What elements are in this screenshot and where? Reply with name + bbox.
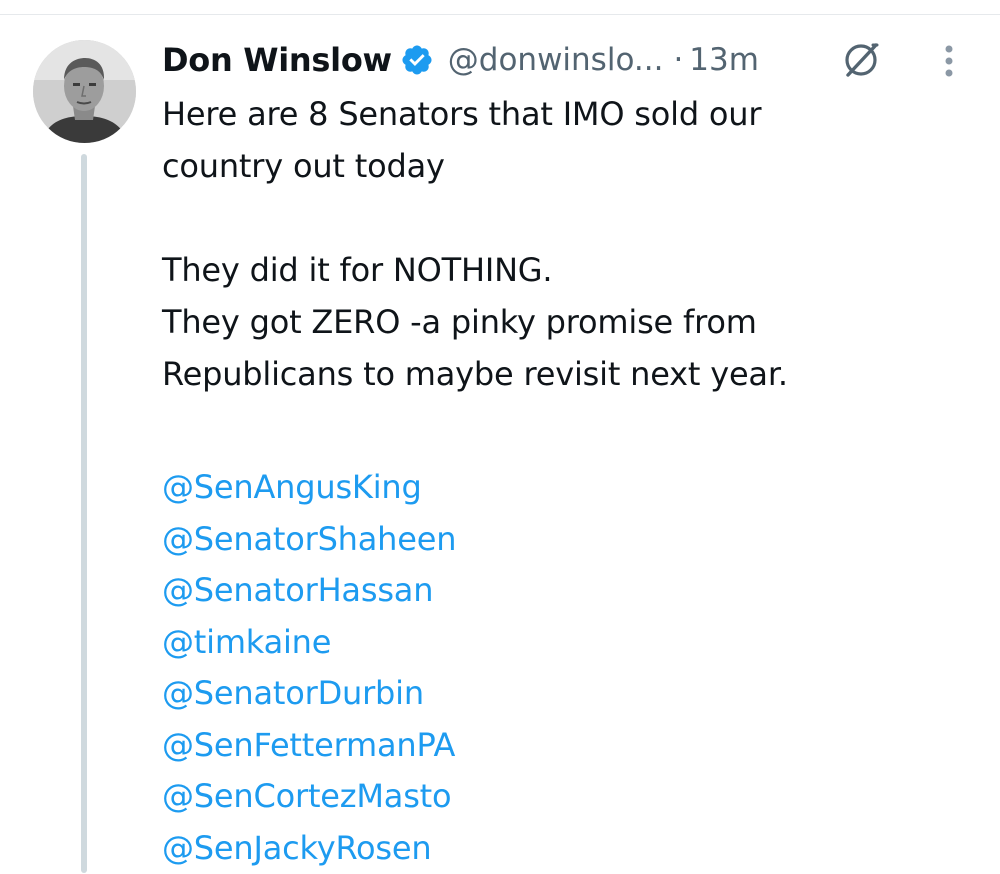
tweet-timestamp[interactable]: 13m — [689, 42, 759, 78]
mention-link[interactable]: @SenAngusKing — [162, 462, 456, 514]
mention-list: @SenAngusKing @SenatorShaheen @SenatorHa… — [162, 462, 456, 874]
body-line: Here are 8 Senators that IMO sold our — [162, 88, 962, 140]
thread-line — [81, 154, 87, 873]
body-line: country out today — [162, 140, 962, 192]
avatar[interactable] — [33, 40, 136, 143]
tweet-text: Here are 8 Senators that IMO sold our co… — [162, 88, 962, 400]
top-divider — [0, 0, 1000, 15]
tweet[interactable]: Don Winslow @donwinslo... · 13m Here are… — [0, 15, 1000, 873]
mention-link[interactable]: @SenJackyRosen — [162, 823, 456, 874]
mention-link[interactable]: @timkaine — [162, 617, 456, 669]
person-avatar-icon — [33, 40, 136, 143]
more-vertical-icon[interactable] — [937, 41, 961, 81]
body-line: Republicans to maybe revisit next year. — [162, 348, 962, 400]
paragraph-break — [162, 192, 962, 244]
mention-link[interactable]: @SenatorDurbin — [162, 668, 456, 720]
mention-link[interactable]: @SenatorShaheen — [162, 514, 456, 566]
mention-link[interactable]: @SenCortezMasto — [162, 771, 456, 823]
grok-icon[interactable] — [840, 39, 882, 81]
author-handle[interactable]: @donwinslo... — [448, 42, 664, 78]
body-line: They did it for NOTHING. — [162, 244, 962, 296]
tweet-header: Don Winslow @donwinslo... · 13m — [162, 37, 759, 83]
mention-link[interactable]: @SenFettermanPA — [162, 720, 456, 772]
mention-link[interactable]: @SenatorHassan — [162, 565, 456, 617]
body-line: They got ZERO -a pinky promise from — [162, 296, 962, 348]
verified-badge-icon — [400, 43, 434, 77]
separator-dot: · — [673, 42, 683, 78]
author-display-name[interactable]: Don Winslow — [162, 41, 392, 79]
